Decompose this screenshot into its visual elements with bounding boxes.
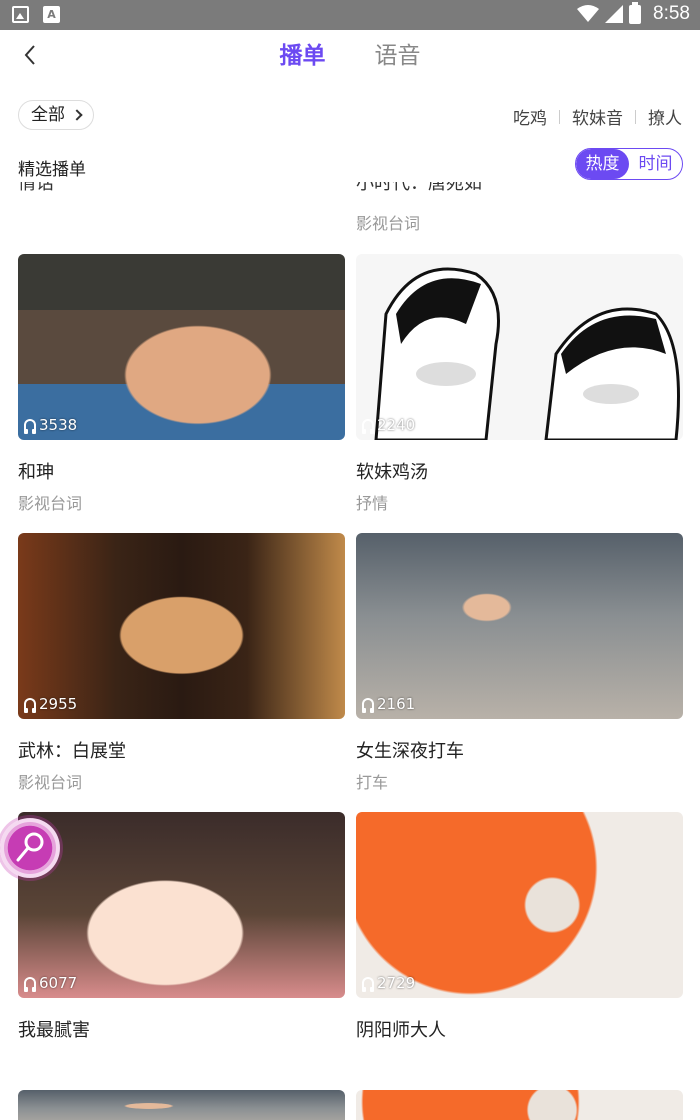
play-count: 2729 bbox=[362, 974, 415, 992]
card-thumbnail[interactable]: 2729 bbox=[356, 812, 683, 998]
play-count: 6077 bbox=[24, 974, 77, 992]
all-filter-button[interactable]: 全部 bbox=[18, 100, 94, 130]
playlist-card[interactable]: 6077 我最腻害 bbox=[18, 812, 345, 1041]
header-tabs: 播单 语音 bbox=[0, 36, 700, 76]
sort-hot-button[interactable]: 热度 bbox=[576, 149, 629, 179]
quick-tags: 吃鸡 软妹音 撩人 bbox=[513, 104, 682, 129]
headphones-icon bbox=[24, 419, 36, 434]
playlist-card[interactable]: 2729 阴阳师大人 bbox=[356, 812, 683, 1041]
status-time: 8:58 bbox=[653, 3, 690, 24]
card-title: 阴阳师大人 bbox=[356, 1020, 446, 1041]
card-subtitle: 影视台词 bbox=[18, 494, 83, 513]
quick-tag[interactable]: 软妹音 bbox=[572, 104, 623, 129]
divider bbox=[635, 109, 636, 124]
sort-toggle: 热度 时间 bbox=[575, 148, 683, 180]
record-fab-button[interactable] bbox=[0, 818, 60, 878]
tab-voice[interactable]: 语音 bbox=[375, 36, 421, 76]
partial-card-title[interactable]: 小时代：唐宛如 bbox=[356, 182, 482, 198]
playlist-card[interactable]: 3538 和珅 影视台词 bbox=[18, 254, 345, 513]
wifi-icon bbox=[577, 5, 600, 22]
card-thumbnail[interactable]: 2240 bbox=[356, 254, 683, 440]
card-thumbnail[interactable]: 6077 bbox=[18, 812, 345, 998]
play-count-value: 6077 bbox=[39, 974, 78, 992]
headphones-icon bbox=[24, 977, 36, 992]
card-thumbnail[interactable] bbox=[18, 1090, 345, 1120]
partial-card-subtitle: 影视台词 bbox=[356, 214, 421, 233]
card-title: 武林：白展堂 bbox=[18, 741, 126, 762]
signal-icon bbox=[605, 5, 624, 23]
card-thumbnail[interactable]: 2955 bbox=[18, 533, 345, 719]
all-filter-label: 全部 bbox=[31, 105, 65, 125]
card-title: 和珅 bbox=[18, 462, 54, 483]
play-count-value: 2955 bbox=[39, 695, 78, 713]
headphones-icon bbox=[362, 698, 374, 713]
play-count: 2955 bbox=[24, 695, 77, 713]
playlist-card[interactable]: 2955 武林：白展堂 影视台词 bbox=[18, 533, 345, 792]
headphones-icon bbox=[362, 977, 374, 992]
chevron-right-icon bbox=[71, 109, 83, 121]
tab-playlist[interactable]: 播单 bbox=[279, 36, 325, 76]
play-count-value: 3538 bbox=[39, 416, 78, 434]
partial-card-title[interactable]: 情话 bbox=[18, 182, 54, 198]
image-notification-icon bbox=[12, 6, 29, 23]
play-count: 3538 bbox=[24, 416, 77, 434]
quick-tag[interactable]: 吃鸡 bbox=[513, 104, 547, 129]
card-title: 软妹鸡汤 bbox=[356, 462, 428, 483]
battery-icon bbox=[629, 1, 642, 24]
microphone-icon bbox=[16, 832, 44, 862]
meme-illustration bbox=[374, 267, 680, 440]
section-title: 精选播单 bbox=[18, 160, 86, 180]
card-title: 我最腻害 bbox=[18, 1020, 90, 1041]
headphones-icon bbox=[362, 419, 374, 434]
play-count-value: 2729 bbox=[377, 974, 416, 992]
card-thumbnail[interactable]: 2161 bbox=[356, 533, 683, 719]
card-subtitle: 影视台词 bbox=[18, 773, 83, 792]
playlist-card[interactable]: 2240 软妹鸡汤 抒情 bbox=[356, 254, 683, 513]
quick-tag[interactable]: 撩人 bbox=[648, 104, 682, 129]
card-title: 女生深夜打车 bbox=[356, 741, 464, 762]
play-count: 2240 bbox=[362, 416, 415, 434]
playlist-card[interactable]: 2161 女生深夜打车 打车 bbox=[356, 533, 683, 792]
status-bar: A 8:58 bbox=[0, 0, 700, 30]
app-notification-icon: A bbox=[43, 6, 60, 23]
play-count-value: 2240 bbox=[377, 416, 416, 434]
play-count-value: 2161 bbox=[377, 695, 416, 713]
card-thumbnail[interactable]: 3538 bbox=[18, 254, 345, 440]
sort-time-button[interactable]: 时间 bbox=[629, 149, 682, 179]
divider bbox=[559, 109, 560, 124]
play-count: 2161 bbox=[362, 695, 415, 713]
card-subtitle: 打车 bbox=[356, 773, 389, 792]
card-thumbnail[interactable] bbox=[356, 1090, 683, 1120]
headphones-icon bbox=[24, 698, 36, 713]
card-subtitle: 抒情 bbox=[356, 494, 389, 513]
